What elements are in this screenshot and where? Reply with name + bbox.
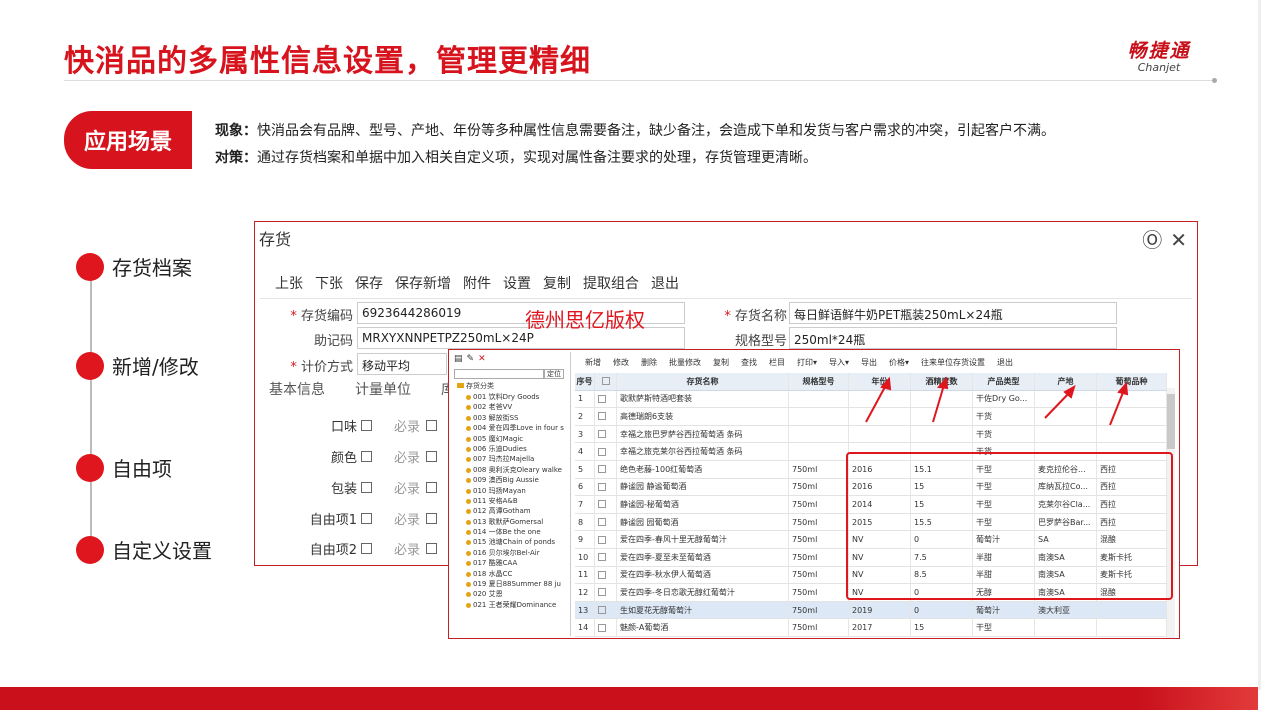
arrow-alcohol: [932, 384, 945, 423]
arrow-origin: [1044, 391, 1071, 419]
arrow-alcohol-head: [937, 376, 949, 390]
arrow-grape-head: [1117, 381, 1129, 396]
arrow-year-head: [880, 376, 892, 391]
arrow-grape: [1109, 389, 1125, 426]
arrow-year: [865, 384, 887, 423]
footer-bar: [0, 687, 1258, 710]
annotation-arrows: [865, 376, 1129, 426]
footer-gradient: [1138, 687, 1258, 710]
